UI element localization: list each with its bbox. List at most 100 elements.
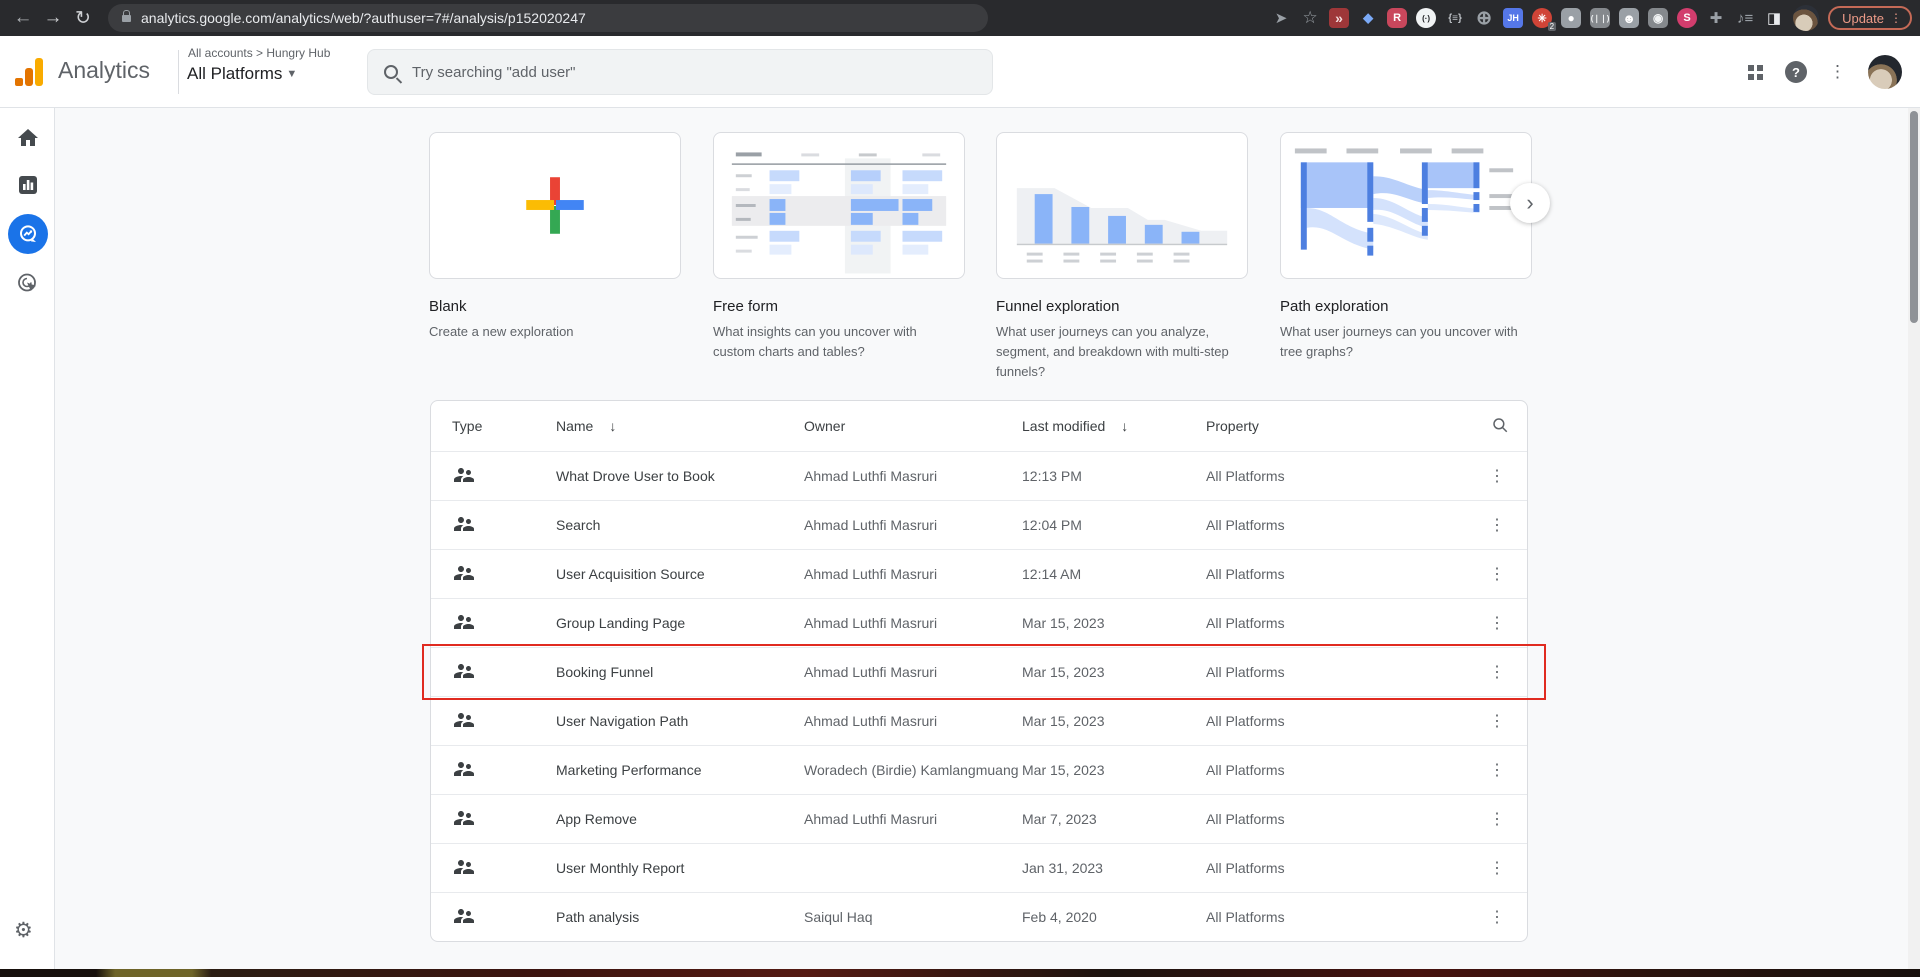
row-kebab-menu-icon[interactable]: ⋮ xyxy=(1483,464,1511,489)
browser-reload-icon[interactable]: ↻ xyxy=(68,7,98,30)
exploration-name[interactable]: User Acquisition Source xyxy=(556,566,804,582)
exploration-type-people-icon xyxy=(431,708,556,735)
page-scrollbar[interactable] xyxy=(1908,108,1920,969)
eyedropper-extension-icon[interactable]: ◆ xyxy=(1358,8,1378,28)
table-row[interactable]: User Monthly Report Jan 31, 2023 All Pla… xyxy=(431,843,1527,892)
global-search-bar[interactable] xyxy=(367,49,993,95)
row-kebab-menu-icon[interactable]: ⋮ xyxy=(1483,758,1511,783)
parens-dots-extension-icon[interactable]: (·) xyxy=(1416,8,1437,28)
exploration-name[interactable]: Path analysis xyxy=(556,909,804,925)
exploration-name[interactable]: What Drove User to Book xyxy=(556,468,804,484)
template-card-blank[interactable]: Blank Create a new exploration xyxy=(429,132,681,342)
row-kebab-menu-icon[interactable]: ⋮ xyxy=(1483,905,1511,930)
property-selector[interactable]: All Platforms ▼ xyxy=(187,64,297,84)
side-panel-icon[interactable]: ◨ xyxy=(1764,8,1784,28)
col-header-property[interactable]: Property xyxy=(1206,418,1449,434)
header-kebab-menu-icon[interactable]: ⋮ xyxy=(1829,62,1846,82)
row-kebab-menu-icon[interactable]: ⋮ xyxy=(1483,660,1511,685)
media-playlist-icon[interactable]: ♪≡ xyxy=(1735,8,1755,28)
account-breadcrumb[interactable]: All accounts > Hungry Hub xyxy=(188,46,330,60)
exploration-type-people-icon xyxy=(431,610,556,637)
camera-extension-icon[interactable]: ◉ xyxy=(1648,8,1669,28)
template-description: What insights can you uncover with custo… xyxy=(713,324,917,360)
help-icon[interactable]: ? xyxy=(1785,61,1807,83)
template-card-funnel-exploration[interactable]: Funnel exploration What user journeys ca… xyxy=(996,132,1248,382)
exploration-name[interactable]: User Monthly Report xyxy=(556,860,804,876)
exploration-type-people-icon xyxy=(431,463,556,490)
nav-home-icon[interactable] xyxy=(15,125,41,151)
exploration-owner: Ahmad Luthfi Masruri xyxy=(804,664,938,680)
col-header-type[interactable]: Type xyxy=(431,418,556,434)
url-text[interactable]: analytics.google.com/analytics/web/?auth… xyxy=(141,10,586,26)
table-row[interactable]: Booking Funnel Ahmad Luthfi Masruri Mar … xyxy=(431,647,1527,696)
person-extension-icon[interactable]: ☻ xyxy=(1619,8,1640,28)
hand-blocker-extension-icon[interactable]: ✳ 2 xyxy=(1532,8,1557,31)
exploration-property: All Platforms xyxy=(1206,762,1285,778)
extensions-puzzle-icon[interactable]: ✚ xyxy=(1706,8,1726,28)
exploration-type-people-icon xyxy=(431,806,556,833)
exploration-name[interactable]: User Navigation Path xyxy=(556,713,804,729)
col-header-name[interactable]: Name ↓ xyxy=(556,418,804,434)
exploration-name[interactable]: Booking Funnel xyxy=(556,664,804,680)
exploration-property: All Platforms xyxy=(1206,713,1285,729)
admin-settings-gear-icon[interactable]: ⚙ xyxy=(14,918,33,943)
address-bar[interactable]: analytics.google.com/analytics/web/?auth… xyxy=(108,4,988,32)
chrome-update-button[interactable]: Update ⋮ xyxy=(1828,6,1912,30)
nav-advertising-icon[interactable] xyxy=(15,270,41,296)
exploration-name[interactable]: Group Landing Page xyxy=(556,615,804,631)
template-card-path-exploration[interactable]: Path exploration What user journeys can … xyxy=(1280,132,1532,362)
row-kebab-menu-icon[interactable]: ⋮ xyxy=(1483,513,1511,538)
template-gallery-next-button[interactable]: › xyxy=(1510,183,1550,223)
exploration-name[interactable]: App Remove xyxy=(556,811,804,827)
table-row[interactable]: Marketing Performance Woradech (Birdie) … xyxy=(431,745,1527,794)
col-header-modified[interactable]: Last modified ↓ xyxy=(1022,418,1206,434)
row-kebab-menu-icon[interactable]: ⋮ xyxy=(1483,562,1511,587)
table-row[interactable]: Path analysis Saiqul Haq Feb 4, 2020 All… xyxy=(431,892,1527,941)
table-row[interactable]: Group Landing Page Ahmad Luthfi Masruri … xyxy=(431,598,1527,647)
globe-extension-icon[interactable]: ⊕ xyxy=(1474,8,1494,29)
braces-list-extension-icon[interactable]: {≡} xyxy=(1445,8,1465,28)
scrollbar-thumb[interactable] xyxy=(1910,111,1918,323)
table-search-icon[interactable] xyxy=(1449,416,1527,437)
stream-bars-extension-icon[interactable]: (❘❘) xyxy=(1590,8,1611,28)
line-messenger-extension-icon[interactable]: ● xyxy=(1561,8,1582,28)
row-kebab-menu-icon[interactable]: ⋮ xyxy=(1483,611,1511,636)
video-speed-extension-icon[interactable]: » xyxy=(1329,8,1350,28)
browser-forward-icon[interactable]: → xyxy=(38,7,68,29)
table-row[interactable]: What Drove User to Book Ahmad Luthfi Mas… xyxy=(431,451,1527,500)
analytics-header: Analytics All accounts > Hungry Hub All … xyxy=(0,36,1920,108)
share-send-icon[interactable]: ➤ xyxy=(1271,8,1291,28)
table-row[interactable]: Search Ahmad Luthfi Masruri 12:04 PM All… xyxy=(431,500,1527,549)
row-kebab-menu-icon[interactable]: ⋮ xyxy=(1483,807,1511,832)
table-row[interactable]: User Acquisition Source Ahmad Luthfi Mas… xyxy=(431,549,1527,598)
nav-reports-icon[interactable] xyxy=(15,172,41,198)
table-row[interactable]: User Navigation Path Ahmad Luthfi Masrur… xyxy=(431,696,1527,745)
table-row[interactable]: App Remove Ahmad Luthfi Masruri Mar 7, 2… xyxy=(431,794,1527,843)
exploration-type-people-icon xyxy=(431,512,556,539)
s-ribbon-extension-icon[interactable]: S xyxy=(1677,8,1698,28)
bookmark-star-icon[interactable]: ☆ xyxy=(1300,8,1320,28)
global-search-input[interactable] xyxy=(412,63,976,81)
user-avatar[interactable] xyxy=(1868,55,1902,89)
ssl-lock-icon[interactable] xyxy=(122,9,131,22)
exploration-owner: Ahmad Luthfi Masruri xyxy=(804,566,938,582)
exploration-property: All Platforms xyxy=(1206,468,1285,484)
extension-icons: » ◆ R (·) {≡} ⊕ JH ✳ 2 ● (❘❘) ☻ ◉ S xyxy=(1329,8,1698,31)
template-title: Free form xyxy=(713,298,779,315)
exploration-name[interactable]: Marketing Performance xyxy=(556,762,804,778)
browser-back-icon[interactable]: ← xyxy=(8,7,38,29)
analytics-logo-icon[interactable] xyxy=(15,58,45,88)
path-exploration-thumbnail xyxy=(1280,132,1532,279)
jh-extension-icon[interactable]: JH xyxy=(1503,8,1524,28)
google-apps-grid-icon[interactable] xyxy=(1748,64,1763,80)
chrome-menu-kebab-icon: ⋮ xyxy=(1890,11,1902,25)
nav-explore-icon-selected[interactable] xyxy=(8,214,48,254)
browser-profile-avatar[interactable] xyxy=(1793,5,1820,31)
row-kebab-menu-icon[interactable]: ⋮ xyxy=(1483,856,1511,881)
col-header-owner[interactable]: Owner xyxy=(804,418,1022,434)
exploration-last-modified: 12:14 AM xyxy=(1022,566,1082,582)
template-card-free-form[interactable]: Free form What insights can you uncover … xyxy=(713,132,965,362)
row-kebab-menu-icon[interactable]: ⋮ xyxy=(1483,709,1511,734)
exploration-name[interactable]: Search xyxy=(556,517,804,533)
ribbon-r-extension-icon[interactable]: R xyxy=(1387,8,1408,28)
